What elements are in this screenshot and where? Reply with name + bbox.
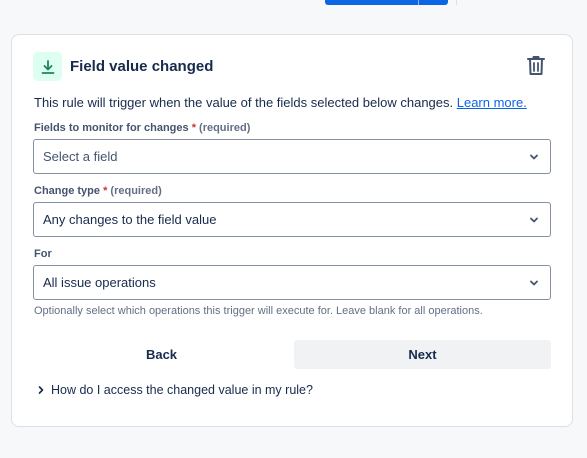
fields-to-monitor-select[interactable]: Select a field — [33, 139, 551, 174]
chevron-down-icon — [530, 154, 538, 160]
top-primary-button[interactable] — [325, 0, 418, 5]
fields-to-monitor-label: Fields to monitor for changes * (require… — [34, 122, 250, 134]
for-value: All issue operations — [43, 275, 156, 290]
trigger-description: This rule will trigger when the value of… — [34, 95, 527, 110]
expander-label: How do I access the changed value in my … — [51, 383, 313, 397]
change-type-select[interactable]: Any changes to the field value — [33, 202, 551, 237]
top-button-group — [325, 0, 457, 5]
change-type-value: Any changes to the field value — [43, 212, 217, 227]
description-text: This rule will trigger when the value of… — [34, 95, 457, 110]
required-text: (required) — [199, 122, 251, 134]
trash-icon[interactable] — [526, 54, 546, 76]
trigger-card: Field value changed This rule will trigg… — [11, 34, 573, 427]
chevron-down-icon — [530, 217, 538, 223]
learn-more-link[interactable]: Learn more. — [457, 95, 527, 110]
top-dropdown-button[interactable] — [419, 0, 448, 5]
required-marker: * — [103, 185, 108, 197]
changed-value-expander[interactable]: How do I access the changed value in my … — [36, 383, 313, 397]
chevron-right-icon — [38, 386, 44, 394]
for-helper-text: Optionally select which operations this … — [34, 305, 483, 317]
chevron-down-icon — [530, 280, 538, 286]
for-select[interactable]: All issue operations — [33, 265, 551, 300]
next-button[interactable]: Next — [294, 340, 551, 369]
for-label-text: For — [34, 248, 52, 260]
field-download-icon — [33, 52, 62, 81]
for-label: For — [34, 248, 52, 260]
back-button[interactable]: Back — [33, 340, 290, 369]
top-divider — [456, 0, 457, 5]
fields-label-text: Fields to monitor for changes — [34, 122, 189, 134]
required-marker: * — [191, 122, 196, 134]
change-type-label-text: Change type — [34, 185, 101, 197]
trigger-title: Field value changed — [70, 58, 214, 75]
required-text: (required) — [110, 185, 162, 197]
change-type-label: Change type * (required) — [34, 185, 162, 197]
fields-select-placeholder: Select a field — [43, 149, 118, 164]
trigger-header: Field value changed — [33, 52, 213, 81]
